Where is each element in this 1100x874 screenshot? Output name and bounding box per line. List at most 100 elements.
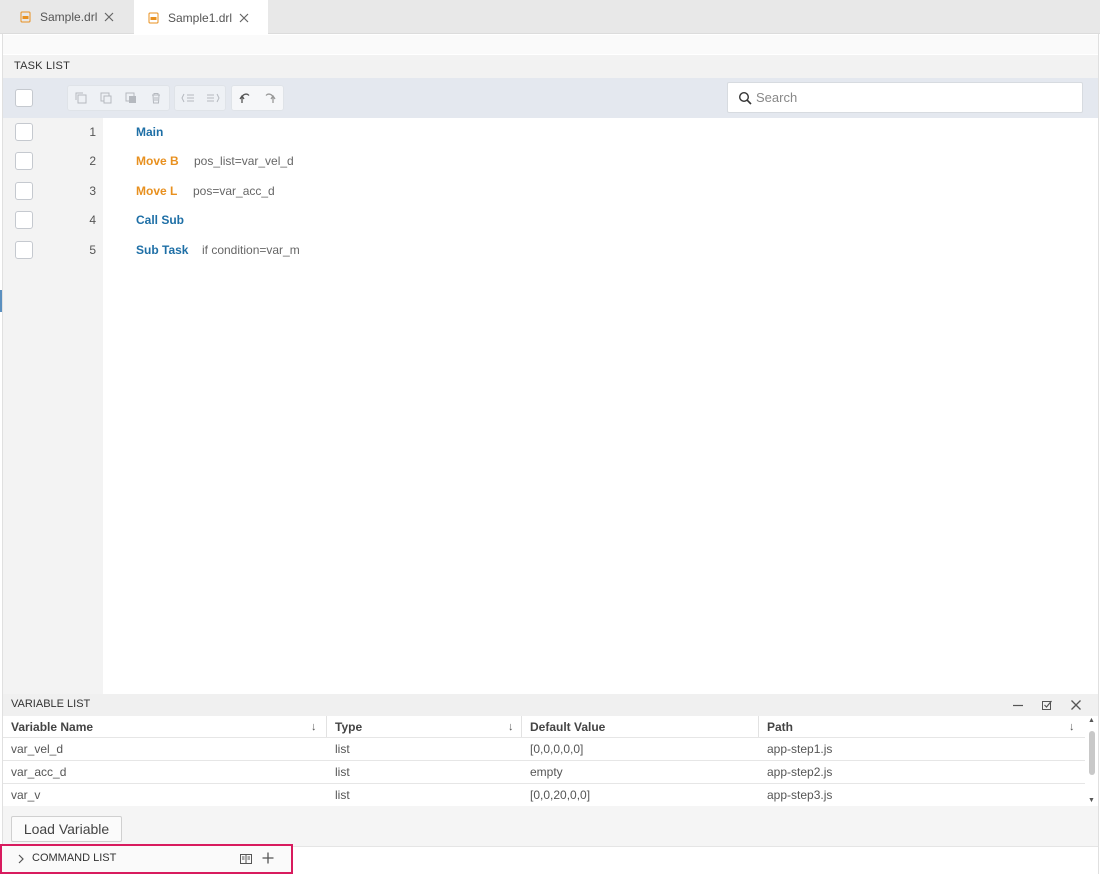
column-header-variable-name[interactable]: Variable Name ↓ xyxy=(3,716,327,737)
copy-button[interactable] xyxy=(68,86,93,110)
tab-label: Sample.drl xyxy=(40,10,98,24)
column-header-path[interactable]: Path ↓ xyxy=(759,716,1085,737)
paste-icon xyxy=(100,92,111,104)
undo-icon xyxy=(238,93,249,103)
line-number: 5 xyxy=(89,243,96,257)
task-param: pos_list=var_vel_d xyxy=(194,154,294,168)
line-number: 4 xyxy=(89,213,96,227)
row-checkbox[interactable] xyxy=(15,241,33,259)
indent-button-group xyxy=(174,85,226,111)
cell-default-value: [0,0,20,0,0] xyxy=(530,788,591,802)
search-box[interactable] xyxy=(727,82,1083,113)
close-panel-icon[interactable] xyxy=(1068,697,1084,713)
cell-path: app-step3.js xyxy=(767,788,833,802)
cell-type: list xyxy=(335,765,350,779)
command-list-header[interactable]: COMMAND LIST xyxy=(0,844,293,874)
undo-button[interactable] xyxy=(232,86,257,110)
task-row[interactable]: 2 Move B pos_list=var_vel_d xyxy=(3,147,1098,176)
task-command: Move B xyxy=(136,154,179,168)
variable-table: Variable Name ↓ Type ↓ Default Value Pat… xyxy=(3,716,1085,807)
search-input[interactable] xyxy=(756,90,1056,105)
duplicate-button[interactable] xyxy=(118,86,143,110)
trash-icon xyxy=(151,93,160,104)
scroll-up-icon[interactable]: ▲ xyxy=(1088,717,1095,724)
task-command: Call Sub xyxy=(136,213,185,227)
row-checkbox[interactable] xyxy=(15,152,33,170)
chevron-right-icon[interactable] xyxy=(16,853,26,865)
outdent-button[interactable] xyxy=(175,86,200,110)
search-icon xyxy=(738,91,752,105)
column-header-type[interactable]: Type ↓ xyxy=(327,716,522,737)
column-header-default-value[interactable]: Default Value xyxy=(522,716,759,737)
select-all-checkbox[interactable] xyxy=(15,89,33,107)
tab-sample1-drl[interactable]: Sample1.drl xyxy=(134,0,268,35)
cell-type: list xyxy=(335,742,350,756)
variable-list-title: VARIABLE LIST xyxy=(11,698,91,710)
scrollbar-thumb[interactable] xyxy=(1089,731,1095,775)
cell-variable-name: var_acc_d xyxy=(11,765,67,779)
command-list-title: COMMAND LIST xyxy=(32,852,117,864)
cell-variable-name: var_v xyxy=(11,788,41,802)
indent-button[interactable] xyxy=(200,86,225,110)
variable-list-header: VARIABLE LIST xyxy=(3,694,1098,716)
row-checkbox[interactable] xyxy=(15,211,33,229)
sort-arrow-icon[interactable]: ↓ xyxy=(1069,721,1075,733)
task-row[interactable]: 1 Main xyxy=(3,118,1098,147)
cell-default-value: [0,0,0,0,0] xyxy=(530,742,584,756)
variable-list-footer: Load Variable xyxy=(3,806,1098,846)
drl-file-icon xyxy=(20,11,31,23)
table-row[interactable]: var_v list [0,0,20,0,0] app-step3.js xyxy=(3,784,1085,807)
task-list-header: TASK LIST xyxy=(3,55,1098,78)
line-number: 3 xyxy=(89,184,96,198)
close-icon[interactable] xyxy=(238,12,250,24)
plus-icon[interactable] xyxy=(261,851,275,865)
history-button-group xyxy=(231,85,284,111)
duplicate-icon xyxy=(125,92,136,103)
outdent-icon xyxy=(180,93,194,103)
load-variable-button[interactable]: Load Variable xyxy=(11,816,122,842)
splitter-indicator[interactable] xyxy=(0,290,2,312)
task-command: Move L xyxy=(136,184,178,198)
redo-button[interactable] xyxy=(257,86,282,110)
right-border xyxy=(1098,34,1099,874)
variable-table-header: Variable Name ↓ Type ↓ Default Value Pat… xyxy=(3,716,1085,738)
task-row[interactable]: 5 Sub Task if condition=var_m xyxy=(3,236,1098,265)
sort-arrow-icon[interactable]: ↓ xyxy=(508,721,514,733)
scroll-down-icon[interactable]: ▼ xyxy=(1088,797,1095,804)
paste-button[interactable] xyxy=(93,86,118,110)
redo-icon xyxy=(265,93,276,103)
cell-type: list xyxy=(335,788,350,802)
task-row[interactable]: 3 Move L pos=var_acc_d xyxy=(3,177,1098,206)
row-checkbox[interactable] xyxy=(15,182,33,200)
variable-table-scrollbar[interactable]: ▲ ▼ xyxy=(1086,716,1098,806)
cell-path: app-step2.js xyxy=(767,765,833,779)
book-icon[interactable] xyxy=(239,852,253,866)
minimize-icon[interactable] xyxy=(1010,697,1026,713)
task-toolbar xyxy=(3,78,1098,118)
close-icon[interactable] xyxy=(103,11,115,23)
task-param: if condition=var_m xyxy=(202,243,300,257)
copy-icon xyxy=(75,92,86,104)
table-row[interactable]: var_acc_d list empty app-step2.js xyxy=(3,761,1085,784)
sort-arrow-icon[interactable]: ↓ xyxy=(311,721,317,733)
delete-button[interactable] xyxy=(143,86,168,110)
task-row[interactable]: 4 Call Sub xyxy=(3,206,1098,235)
tab-sample-drl[interactable]: Sample.drl xyxy=(0,0,130,34)
cell-default-value: empty xyxy=(530,765,563,779)
indent-icon xyxy=(206,93,220,103)
table-row[interactable]: var_vel_d list [0,0,0,0,0] app-step1.js xyxy=(3,738,1085,761)
task-list-title: TASK LIST xyxy=(14,60,70,72)
task-command: Sub Task xyxy=(136,243,189,257)
restore-icon[interactable] xyxy=(1039,697,1055,713)
drl-file-icon xyxy=(148,12,159,24)
tab-label: Sample1.drl xyxy=(168,10,233,25)
cell-variable-name: var_vel_d xyxy=(11,742,64,756)
line-number: 2 xyxy=(89,154,96,168)
top-spacer xyxy=(3,35,1098,54)
row-checkbox[interactable] xyxy=(15,123,33,141)
task-param: pos=var_acc_d xyxy=(193,184,275,198)
line-number: 1 xyxy=(89,125,96,139)
tab-bar: Sample.drl Sample1.drl xyxy=(0,0,1100,35)
cell-path: app-step1.js xyxy=(767,742,833,756)
task-command: Main xyxy=(136,125,164,139)
